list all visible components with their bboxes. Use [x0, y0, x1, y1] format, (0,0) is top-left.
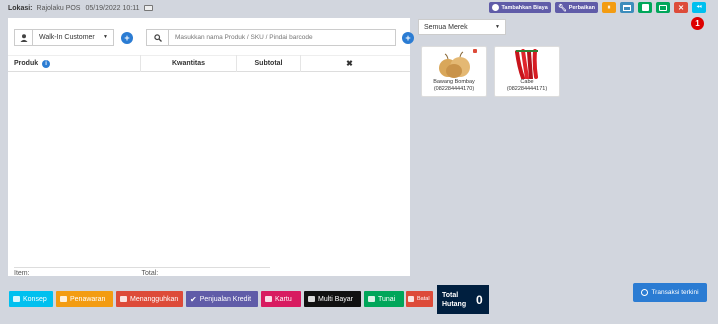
add-product-button[interactable]: + [402, 31, 414, 44]
card-button[interactable]: Kartu [261, 291, 301, 307]
chili-image [507, 49, 547, 80]
clock-icon [641, 289, 649, 296]
wrench-icon: 🔧︎ [557, 4, 567, 12]
onion-image [434, 49, 477, 79]
col-quantity: Kwantitas [141, 55, 237, 72]
repair-button[interactable]: 🔧︎ Perbaikan [554, 2, 598, 13]
product-card[interactable]: Cabe (082284444171) [494, 46, 560, 97]
recent-transactions-label: Transaksi terkini [651, 289, 699, 296]
customer-name: Walk-In Customer [39, 34, 95, 41]
notification-badge: 1 [691, 17, 704, 30]
product-name: Cabe [520, 79, 534, 85]
draft-button[interactable]: Konsep [9, 291, 53, 307]
window-button[interactable] [620, 2, 634, 13]
location-name: Rajolaku POS [36, 4, 81, 12]
money-icon [308, 296, 315, 302]
edit-icon [60, 296, 67, 302]
chevron-down-icon: ▼ [495, 24, 500, 30]
edit-icon [13, 296, 20, 302]
briefcase-icon [659, 4, 667, 11]
backward-icon: ⏪︎ [696, 3, 702, 11]
pause-circle-icon: ⏸︎ [607, 3, 611, 11]
product-sku: (082284444171) [506, 86, 548, 92]
check-icon: ✔ [190, 294, 197, 304]
product-search-input[interactable] [168, 29, 396, 46]
quotation-button[interactable]: Penawaran [56, 291, 113, 307]
credit-sale-button[interactable]: ✔ Penjualan Kredit [186, 291, 258, 307]
pause-button[interactable]: ⏸︎ [602, 2, 616, 13]
calculator-button[interactable] [638, 2, 652, 13]
keyboard-icon[interactable] [144, 5, 154, 11]
total-due-value: 0 [476, 292, 483, 307]
add-customer-button[interactable]: + [121, 31, 133, 44]
top-actions: Tambahkan Biaya 🔧︎ Perbaikan ⏸︎ ✕ ⏪︎ [489, 2, 706, 13]
quotation-label: Penawaran [70, 295, 106, 303]
credit-sale-label: Penjualan Kredit [199, 295, 252, 303]
brand-select-value: Semua Merek [424, 23, 468, 31]
multi-pay-button[interactable]: Multi Bayar [304, 291, 361, 307]
product-name: Bawang Bombay [433, 79, 475, 85]
cash-button[interactable]: Tunai [364, 291, 404, 307]
total-due-label: Total Hutang [442, 291, 467, 308]
total-count: Total: 0 [141, 270, 159, 276]
cart-footer: Item: 0 Total: 0 [14, 267, 270, 276]
customer-row: Walk-In Customer ▼ + [14, 29, 133, 46]
product-card[interactable]: Bawang Bombay (082284444170) [421, 46, 487, 97]
add-cost-label: Tambahkan Biaya [501, 4, 548, 11]
cart-table-header: Produk i Kwantitas Subtotal ✖ [8, 55, 410, 72]
payment-bar: Konsep Penawaran Menangguhkan ✔ Penjuala… [0, 276, 718, 324]
repair-label: Perbaikan [568, 4, 595, 11]
suspend-button[interactable]: Menangguhkan [116, 291, 183, 307]
cancel-label: Batal [417, 296, 430, 302]
user-icon [15, 29, 33, 46]
recent-transactions-button[interactable]: Transaksi terkini [633, 283, 707, 302]
multi-pay-label: Multi Bayar [318, 295, 354, 303]
card-label: Kartu [275, 295, 292, 303]
brand-select[interactable]: Semua Merek ▼ [418, 19, 506, 35]
current-date: 05/19/2022 10:11 [85, 4, 140, 12]
pause-icon [120, 296, 127, 302]
credit-card-icon [265, 296, 272, 302]
location-label: Lokasi: [8, 4, 33, 12]
cancel-button[interactable]: Batal [406, 291, 433, 307]
item-count: Item: 0 [14, 270, 30, 276]
total-due: Total Hutang 0 [437, 285, 489, 314]
product-sku: (082284444170) [433, 86, 475, 92]
add-cost-button[interactable]: Tambahkan Biaya [489, 2, 551, 13]
col-product-label: Produk [14, 60, 39, 67]
col-subtotal: Subtotal [237, 55, 301, 72]
briefcase-button[interactable] [656, 2, 670, 13]
back-button[interactable]: ⏪︎ [692, 2, 706, 13]
money-icon [368, 296, 375, 302]
close-icon: ✕ [678, 4, 684, 12]
product-search-row: + [146, 29, 414, 46]
customer-select[interactable]: Walk-In Customer ▼ [14, 29, 114, 46]
col-remove: ✖ [346, 59, 353, 68]
stock-indicator [473, 49, 477, 53]
search-icon [146, 29, 168, 46]
cash-label: Tunai [378, 295, 396, 303]
window-icon [623, 4, 631, 11]
suspend-label: Menangguhkan [130, 295, 179, 303]
info-icon[interactable]: i [42, 59, 51, 68]
col-product: Produk i [8, 55, 141, 72]
close-button[interactable]: ✕ [674, 2, 688, 13]
chevron-down-icon: ▼ [103, 34, 108, 40]
calculator-icon [641, 4, 649, 11]
close-icon [408, 296, 414, 302]
draft-label: Konsep [23, 295, 47, 303]
cart-panel: Walk-In Customer ▼ + + Produk i Kwantita… [8, 18, 414, 276]
plus-circle-icon [492, 4, 500, 11]
